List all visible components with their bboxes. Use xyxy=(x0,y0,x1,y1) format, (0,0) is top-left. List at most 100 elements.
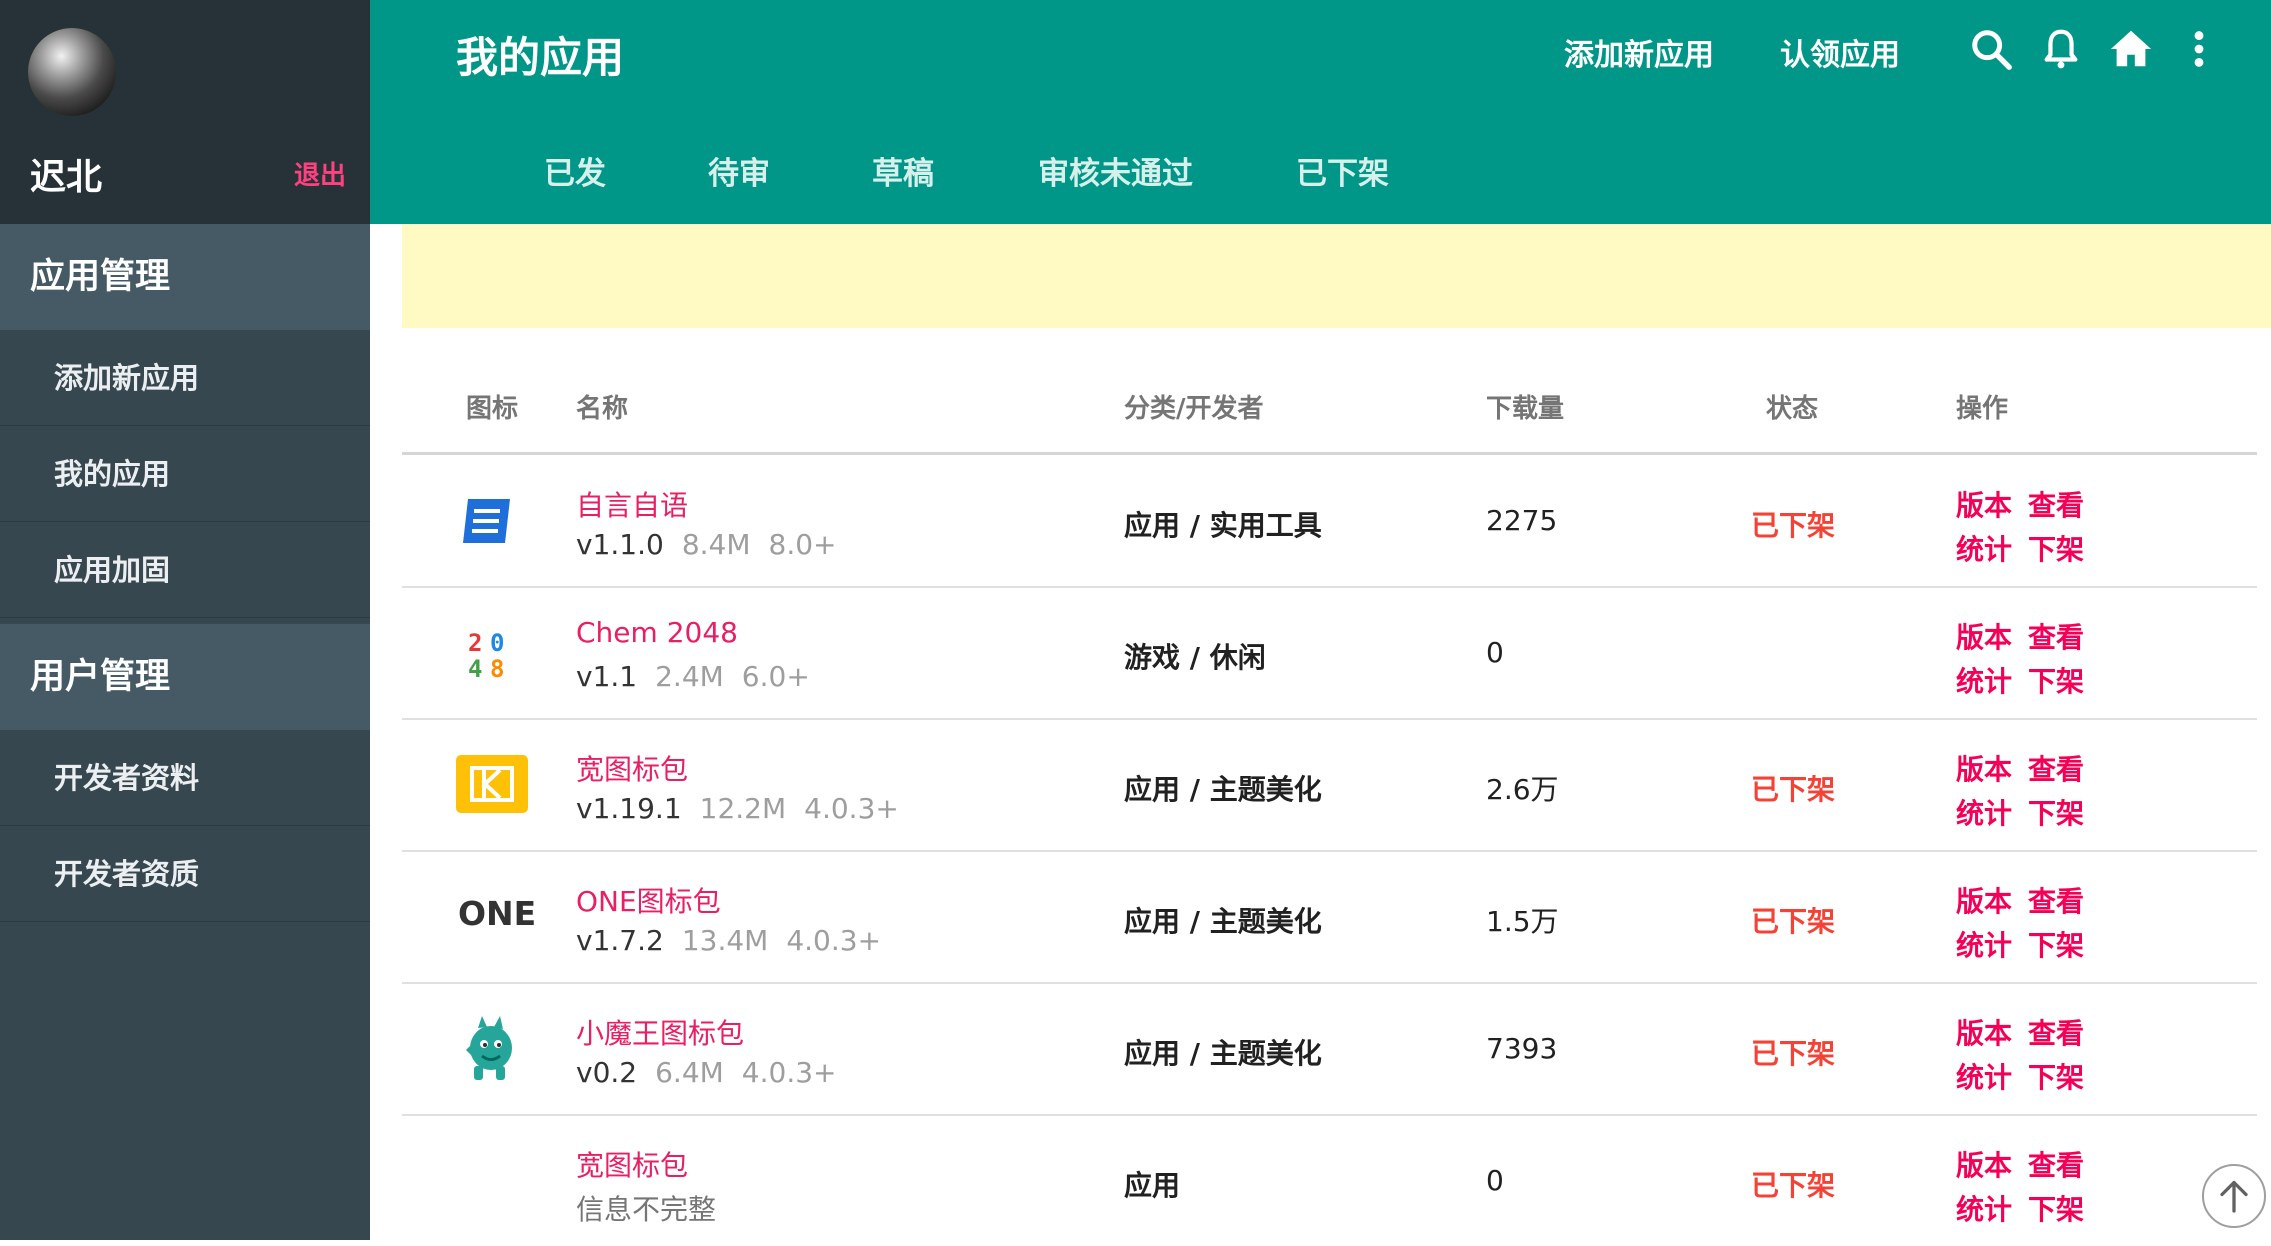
app-version: v1.1 xyxy=(576,660,638,693)
version-link[interactable]: 版本 xyxy=(1956,880,2012,920)
app-category: 游戏 / 休闲 xyxy=(1124,641,1266,674)
app-size: 6.4M xyxy=(655,1056,724,1089)
username: 迟北 xyxy=(30,157,103,198)
stats-link[interactable]: 统计 xyxy=(1956,1188,2012,1228)
column-header-name: 名称 xyxy=(576,394,629,424)
version-link[interactable]: 版本 xyxy=(1956,1144,2012,1184)
sidebar-item-my-apps[interactable]: 我的应用 xyxy=(0,426,370,522)
sidebar-item-developer-qualification[interactable]: 开发者资质 xyxy=(0,826,370,922)
app-name-link[interactable]: 宽图标包 xyxy=(576,1144,688,1184)
table-row: 小魔王图标包 v0.2 6.4M 4.0.3+ 应用 / 主题美化 7393 已下架… xyxy=(402,984,2257,1114)
avatar[interactable] xyxy=(28,28,116,116)
svg-text:4: 4 xyxy=(468,655,482,683)
version-link[interactable]: 版本 xyxy=(1956,616,2012,656)
view-link[interactable]: 查看 xyxy=(2028,1144,2084,1184)
app-category: 应用 / 主题美化 xyxy=(1124,1037,1322,1070)
app-version: v1.1.0 xyxy=(576,528,664,561)
delist-link[interactable]: 下架 xyxy=(2028,924,2084,964)
app-category: 应用 xyxy=(1124,1169,1181,1202)
app-size: 2.4M xyxy=(655,660,724,693)
view-link[interactable]: 查看 xyxy=(2028,616,2084,656)
tab-published[interactable]: 已发 xyxy=(544,148,606,193)
view-link[interactable]: 查看 xyxy=(2028,748,2084,788)
bell-icon[interactable] xyxy=(2038,26,2084,72)
status-badge: 已下架 xyxy=(1751,1169,1836,1202)
logout-link[interactable]: 退出 xyxy=(294,155,346,192)
view-link[interactable]: 查看 xyxy=(2028,880,2084,920)
app-size: 13.4M xyxy=(681,924,769,957)
status-badge: 已下架 xyxy=(1751,773,1836,806)
column-header-status: 状态 xyxy=(1766,394,1819,424)
tab-drafts[interactable]: 草稿 xyxy=(872,148,934,193)
app-version: v0.2 xyxy=(576,1056,638,1089)
sidebar-item-add-app[interactable]: 添加新应用 xyxy=(0,330,370,426)
stats-link[interactable]: 统计 xyxy=(1956,792,2012,832)
app-name-link[interactable]: 小魔王图标包 xyxy=(576,1012,744,1052)
stats-link[interactable]: 统计 xyxy=(1956,660,2012,700)
stats-link[interactable]: 统计 xyxy=(1956,924,2012,964)
table-row: 宽图标包 v1.19.1 12.2M 4.0.3+ 应用 / 主题美化 2.6万 已… xyxy=(402,720,2257,850)
version-link[interactable]: 版本 xyxy=(1956,1012,2012,1052)
view-link[interactable]: 查看 xyxy=(2028,484,2084,524)
app-meta: v0.2 6.4M 4.0.3+ xyxy=(576,1056,837,1089)
version-link[interactable]: 版本 xyxy=(1956,484,2012,524)
app-downloads: 0 xyxy=(1486,1164,1504,1197)
table-row: 2 0 4 8 Chem 2048 v1.1 2.4M 6.0+ 游戏 / 休闲 0… xyxy=(402,588,2257,718)
tab-pending-review[interactable]: 待审 xyxy=(708,148,770,193)
app-downloads: 0 xyxy=(1486,636,1504,669)
more-vert-icon[interactable] xyxy=(2176,26,2222,72)
status-badge: 已下架 xyxy=(1751,1037,1836,1070)
tab-delisted[interactable]: 已下架 xyxy=(1296,148,1389,193)
arrow-up-icon xyxy=(2220,1180,2248,1213)
app-version: v1.19.1 xyxy=(576,792,682,825)
column-header-icon: 图标 xyxy=(466,394,519,424)
sidebar-section-user-management[interactable]: 用户管理 xyxy=(0,624,370,730)
svg-text:0: 0 xyxy=(490,629,504,657)
delist-link[interactable]: 下架 xyxy=(2028,792,2084,832)
app-meta: v1.7.2 13.4M 4.0.3+ xyxy=(576,924,881,957)
claim-app-link[interactable]: 认领应用 xyxy=(1780,30,1900,74)
table-row: 自言自语 v1.1.0 8.4M 8.0+ 应用 / 实用工具 2275 已下架 版… xyxy=(402,456,2257,586)
tab-rejected[interactable]: 审核未通过 xyxy=(1038,148,1193,193)
column-header-category: 分类/开发者 xyxy=(1124,394,1264,424)
little-devil-icon[interactable] xyxy=(458,1014,522,1084)
app-category: 应用 / 主题美化 xyxy=(1124,905,1322,938)
app-name-link[interactable]: ONE图标包 xyxy=(576,880,721,920)
status-badge: 已下架 xyxy=(1751,905,1836,938)
app-min-android: 8.0+ xyxy=(768,528,837,561)
sidebar-section-app-management[interactable]: 应用管理 xyxy=(0,224,370,330)
user-profile: 迟北 退出 xyxy=(0,0,370,224)
app-name-link[interactable]: 自言自语 xyxy=(576,484,688,524)
2048-icon[interactable]: 2 0 4 8 xyxy=(456,621,520,685)
svg-text:2: 2 xyxy=(468,629,482,657)
delist-link[interactable]: 下架 xyxy=(2028,528,2084,568)
app-min-android: 4.0.3+ xyxy=(804,792,899,825)
table-header-divider xyxy=(402,452,2257,455)
version-link[interactable]: 版本 xyxy=(1956,748,2012,788)
k-icon[interactable] xyxy=(456,755,528,813)
app-downloads: 2.6万 xyxy=(1486,773,1559,806)
app-name-link[interactable]: 宽图标包 xyxy=(576,748,688,788)
app-size: 12.2M xyxy=(699,792,787,825)
delist-link[interactable]: 下架 xyxy=(2028,1188,2084,1228)
sidebar-item-app-hardening[interactable]: 应用加固 xyxy=(0,522,370,618)
column-header-downloads: 下载量 xyxy=(1486,394,1565,424)
sidebar: 迟北 退出 应用管理 添加新应用 我的应用 应用加固 用户管理 开发者资料 开发… xyxy=(0,0,370,1240)
stats-link[interactable]: 统计 xyxy=(1956,1056,2012,1096)
app-meta: v1.1 2.4M 6.0+ xyxy=(576,660,810,693)
notice-banner xyxy=(402,224,2271,328)
document-icon[interactable] xyxy=(456,489,520,553)
delist-link[interactable]: 下架 xyxy=(2028,660,2084,700)
search-icon[interactable] xyxy=(1968,26,2014,72)
status-badge: 已下架 xyxy=(1751,509,1836,542)
view-link[interactable]: 查看 xyxy=(2028,1012,2084,1052)
one-logo-icon[interactable]: ONE xyxy=(458,894,538,938)
app-name-link[interactable]: Chem 2048 xyxy=(576,616,738,649)
home-icon[interactable] xyxy=(2108,26,2154,72)
sidebar-item-developer-profile[interactable]: 开发者资料 xyxy=(0,730,370,826)
scroll-to-top-button[interactable] xyxy=(2202,1164,2266,1228)
stats-link[interactable]: 统计 xyxy=(1956,528,2012,568)
table-row: ONE ONE图标包 v1.7.2 13.4M 4.0.3+ 应用 / 主题美化 1… xyxy=(402,852,2257,982)
add-app-link[interactable]: 添加新应用 xyxy=(1564,30,1714,74)
delist-link[interactable]: 下架 xyxy=(2028,1056,2084,1096)
